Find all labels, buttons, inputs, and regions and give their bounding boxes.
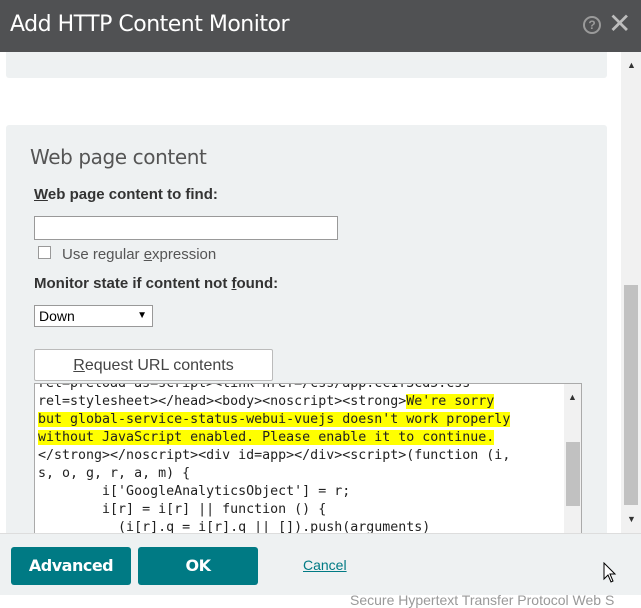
dialog-scrollbar[interactable]: ▲ ▼	[621, 52, 641, 533]
button-label: equest URL contents	[84, 357, 234, 374]
help-icon[interactable]: ?	[583, 16, 601, 34]
highlighted-match: without JavaScript enabled. Please enabl…	[38, 430, 495, 445]
use-regex-checkbox[interactable]	[38, 246, 51, 259]
request-url-contents-button[interactable]: Request URL contents	[34, 349, 273, 381]
previous-section-panel	[6, 52, 607, 78]
mouse-cursor-icon	[603, 562, 617, 583]
scroll-down-icon[interactable]: ▼	[627, 514, 636, 524]
dialog-footer: Advanced OK Cancel	[0, 533, 641, 595]
close-icon[interactable]: ✕	[608, 10, 631, 38]
monitor-state-label: Monitor state if content not found:	[34, 275, 278, 292]
scroll-thumb[interactable]	[624, 285, 638, 505]
ok-button[interactable]: OK	[138, 547, 258, 585]
dropdown-arrow-icon: ▼	[137, 310, 147, 321]
dialog-titlebar: Add HTTP Content Monitor ? ✕	[0, 0, 641, 52]
advanced-button[interactable]: Advanced	[11, 547, 131, 585]
monitor-state-select[interactable]: Down ▼	[34, 305, 153, 327]
textarea-scrollbar[interactable]: ▲	[564, 384, 581, 534]
label-text: Use regular	[62, 246, 144, 263]
scroll-thumb[interactable]	[566, 442, 580, 506]
selected-value: Down	[39, 308, 75, 324]
label-text: xpression	[152, 246, 217, 263]
content-to-find-label: Web page content to find:	[34, 186, 218, 203]
label-text: Monitor state if content not	[34, 275, 232, 292]
access-key: e	[143, 246, 153, 263]
content-to-find-input[interactable]	[34, 216, 338, 240]
dialog-title: Add HTTP Content Monitor	[10, 12, 290, 37]
section-heading: Web page content	[30, 145, 207, 169]
highlighted-match: We're sorry	[406, 394, 495, 409]
cancel-link[interactable]: Cancel	[303, 557, 347, 573]
use-regex-label[interactable]: Use regular expression	[62, 246, 216, 263]
access-key: W	[34, 186, 48, 203]
scroll-up-icon[interactable]: ▲	[627, 60, 636, 70]
response-text: rel=preload as=script><link href=/css/ap…	[38, 383, 511, 535]
access-key: R	[73, 357, 85, 374]
scroll-up-icon[interactable]: ▲	[568, 392, 577, 402]
label-text: eb page content to find:	[47, 186, 218, 203]
label-text: ound:	[236, 275, 279, 292]
highlighted-match: but global-service-status-webui-vuejs do…	[38, 412, 511, 427]
background-text: Secure Hypertext Transfer Protocol Web S	[350, 592, 615, 608]
response-content-textarea[interactable]: rel=preload as=script><link href=/css/ap…	[34, 383, 582, 535]
